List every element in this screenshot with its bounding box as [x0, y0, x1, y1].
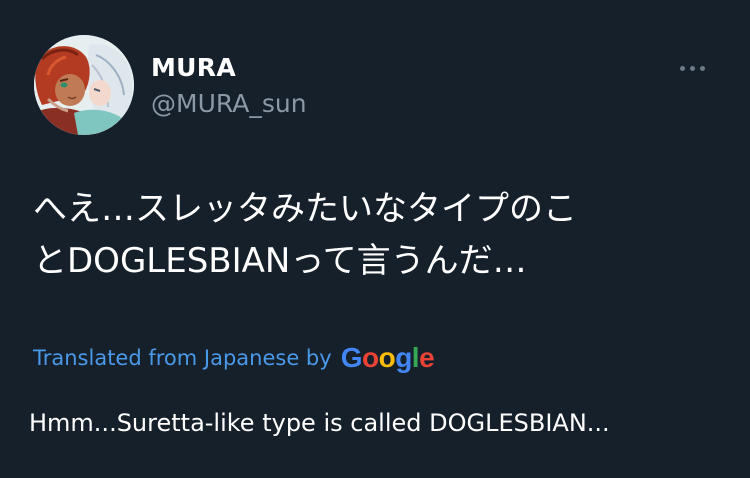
more-options-button[interactable]: [680, 58, 716, 78]
google-logo-letter: o: [361, 342, 379, 373]
translated-from-label[interactable]: Translated from Japanese by: [33, 344, 332, 372]
tweet-text: へえ…スレッタみたいなタイプのこ とDOGLESBIANって言うんだ…: [33, 189, 577, 281]
author-display-name[interactable]: MURA: [151, 52, 236, 84]
google-logo-letter: o: [378, 342, 396, 373]
avatar[interactable]: [34, 35, 134, 135]
google-logo-letter: g: [395, 342, 412, 373]
ellipsis-icon: [680, 65, 705, 71]
google-logo-letter: e: [419, 342, 435, 373]
author-handle[interactable]: @MURA_sun: [151, 88, 307, 120]
tweet: MURA @MURA_sun へえ…スレッタみたいなタイプのこ とDOGLESB…: [0, 0, 750, 478]
translated-text: Hmm...Suretta-like type is called DOGLES…: [29, 409, 610, 437]
translation-attribution: Translated from Japanese by G o o g l e: [33, 338, 435, 378]
google-logo-letter: G: [340, 342, 363, 373]
google-logo-letter: l: [411, 342, 420, 373]
google-logo: G o o g l e: [340, 342, 435, 373]
avatar-illustration-icon: [34, 35, 134, 135]
